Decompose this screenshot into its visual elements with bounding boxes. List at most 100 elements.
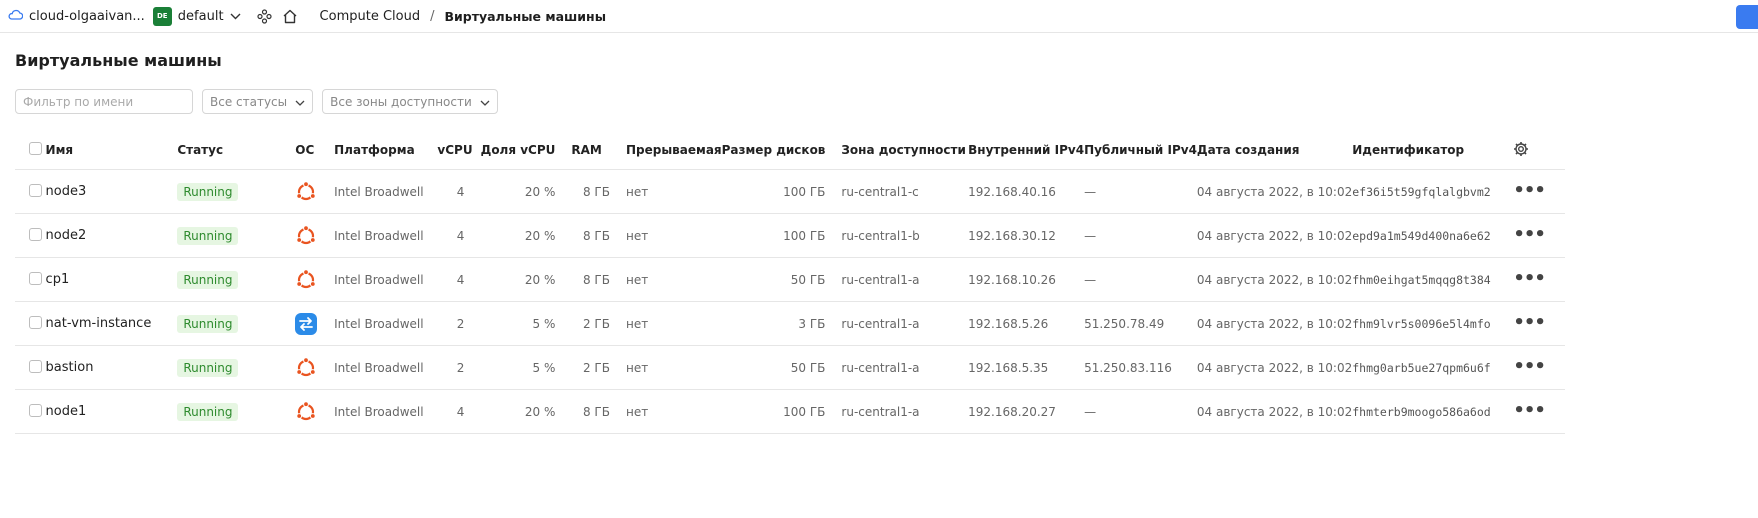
row-actions[interactable]: •••: [1513, 257, 1565, 302]
cell-vcpu: 4: [437, 213, 481, 258]
folder-selector[interactable]: default: [178, 9, 224, 24]
chevron-down-icon[interactable]: [230, 13, 241, 20]
cell-preemptible: нет: [625, 169, 722, 214]
cell-preemptible: нет: [625, 389, 722, 434]
more-icon[interactable]: •••: [1513, 313, 1546, 331]
select-all-checkbox[interactable]: [29, 142, 42, 155]
cell-ipv4-pub: 51.250.78.49: [1084, 301, 1197, 346]
col-id[interactable]: Идентификатор: [1352, 131, 1514, 170]
breadcrumb-service[interactable]: Compute Cloud: [320, 9, 421, 24]
col-vcpu-share[interactable]: Доля vCPU: [480, 131, 572, 170]
cell-zone: ru-central1-a: [841, 257, 969, 302]
row-checkbox[interactable]: [29, 315, 42, 329]
cell-status: Running: [177, 345, 296, 390]
zone-filter-select[interactable]: Все зоны доступности: [322, 89, 498, 114]
cell-os: [295, 169, 335, 214]
col-os[interactable]: ОС: [295, 131, 335, 170]
breadcrumb-current: Виртуальные машины: [444, 8, 607, 24]
table-row[interactable]: nat-vm-instance Running Intel Broadwell 2 5 …: [15, 301, 1565, 346]
cell-platform: Intel Broadwell: [334, 213, 438, 258]
more-icon[interactable]: •••: [1513, 401, 1546, 419]
gear-icon[interactable]: [1513, 141, 1529, 160]
cell-status: Running: [177, 257, 296, 302]
row-actions[interactable]: •••: [1513, 345, 1565, 390]
cell-created: 04 августа 2022, в 10:02: [1196, 301, 1353, 346]
col-ipv4-int[interactable]: Внутренний IPv4: [968, 131, 1085, 170]
row-actions[interactable]: •••: [1513, 301, 1565, 346]
cell-vcpu-share: 20 %: [480, 257, 572, 302]
table-row[interactable]: node2 Running Intel Broadwell 4 20 % 8 ГБ нет 1…: [15, 213, 1565, 258]
home-icon[interactable]: [282, 9, 298, 24]
table-settings[interactable]: [1513, 131, 1565, 170]
cloud-label: cloud-olgaaivan...: [29, 8, 145, 24]
name-filter-input[interactable]: [15, 89, 193, 114]
cell-platform: Intel Broadwell: [334, 345, 438, 390]
col-preemptible[interactable]: Прерываемая: [625, 131, 722, 170]
cell-ipv4-pub: 51.250.83.116: [1084, 345, 1197, 390]
cell-disk: 100 ГБ: [721, 169, 842, 214]
status-badge: Running: [177, 402, 239, 421]
cell-status: Running: [177, 213, 296, 258]
row-checkbox[interactable]: [29, 403, 42, 417]
cell-disk: 100 ГБ: [721, 213, 842, 258]
cloud-selector[interactable]: cloud-olgaaivan...: [8, 9, 145, 24]
status-filter-select[interactable]: Все статусы: [202, 89, 314, 114]
col-created[interactable]: Дата создания: [1196, 131, 1353, 170]
more-icon[interactable]: •••: [1513, 181, 1546, 199]
cell-vcpu: 2: [437, 345, 481, 390]
cell-ipv4-int: 192.168.20.27: [968, 389, 1085, 434]
cell-preemptible: нет: [625, 345, 722, 390]
cell-name: cp1: [45, 257, 178, 302]
row-checkbox[interactable]: [29, 359, 42, 373]
cell-created: 04 августа 2022, в 10:02: [1196, 257, 1353, 302]
cell-preemptible: нет: [625, 213, 722, 258]
cell-os: [295, 257, 335, 302]
cell-id: fhmg0arb5ue27qpm6u6f: [1352, 345, 1514, 390]
row-checkbox[interactable]: [29, 271, 42, 285]
row-checkbox[interactable]: [29, 183, 42, 197]
cell-platform: Intel Broadwell: [334, 257, 438, 302]
cell-ipv4-pub: —: [1084, 169, 1197, 214]
cell-os: [295, 345, 335, 390]
cell-id: fhm0eihgat5mqqg8t384: [1352, 257, 1514, 302]
cell-created: 04 августа 2022, в 10:02: [1196, 345, 1353, 390]
cell-vcpu-share: 20 %: [480, 169, 572, 214]
col-ipv4-pub[interactable]: Публичный IPv4: [1084, 131, 1197, 170]
filter-bar: Все статусы Все зоны доступности: [15, 89, 498, 114]
more-icon[interactable]: •••: [1513, 269, 1546, 287]
row-actions[interactable]: •••: [1513, 169, 1565, 214]
col-zone[interactable]: Зона доступности: [841, 131, 969, 170]
ubuntu-icon: [295, 268, 317, 291]
cell-vcpu: 4: [437, 169, 481, 214]
cell-ram: 8 ГБ: [571, 169, 626, 214]
cell-ipv4-int: 192.168.10.26: [968, 257, 1085, 302]
cell-os: [295, 213, 335, 258]
cell-ipv4-pub: —: [1084, 257, 1197, 302]
cell-ipv4-pub: —: [1084, 213, 1197, 258]
cell-platform: Intel Broadwell: [334, 169, 438, 214]
cell-vcpu: 2: [437, 301, 481, 346]
vm-table: Имя Статус ОС Платформа vCPU Доля vCPU R…: [15, 131, 1565, 434]
row-actions[interactable]: •••: [1513, 389, 1565, 434]
table-row[interactable]: node1 Running Intel Broadwell 4 20 % 8 ГБ нет 1…: [15, 389, 1565, 434]
services-icon[interactable]: [256, 8, 272, 24]
create-button[interactable]: [1736, 5, 1758, 29]
col-ram[interactable]: RAM: [571, 131, 626, 170]
table-row[interactable]: cp1 Running Intel Broadwell 4 20 % 8 ГБ нет 50 …: [15, 257, 1565, 302]
col-status[interactable]: Статус: [177, 131, 296, 170]
col-disk[interactable]: Размер дисков: [721, 131, 842, 170]
cell-status: Running: [177, 169, 296, 214]
col-vcpu[interactable]: vCPU: [437, 131, 481, 170]
status-filter-label: Все статусы: [210, 94, 288, 109]
more-icon[interactable]: •••: [1513, 357, 1546, 375]
col-platform[interactable]: Платформа: [334, 131, 438, 170]
more-icon[interactable]: •••: [1513, 225, 1546, 243]
cell-zone: ru-central1-c: [841, 169, 969, 214]
col-name[interactable]: Имя: [45, 131, 178, 170]
ubuntu-icon: [295, 180, 317, 203]
row-actions[interactable]: •••: [1513, 213, 1565, 258]
cell-disk: 100 ГБ: [721, 389, 842, 434]
table-row[interactable]: bastion Running Intel Broadwell 2 5 % 2 ГБ нет…: [15, 345, 1565, 390]
table-row[interactable]: node3 Running Intel Broadwell 4 20 % 8 ГБ нет 1…: [15, 169, 1565, 214]
row-checkbox[interactable]: [29, 227, 42, 241]
